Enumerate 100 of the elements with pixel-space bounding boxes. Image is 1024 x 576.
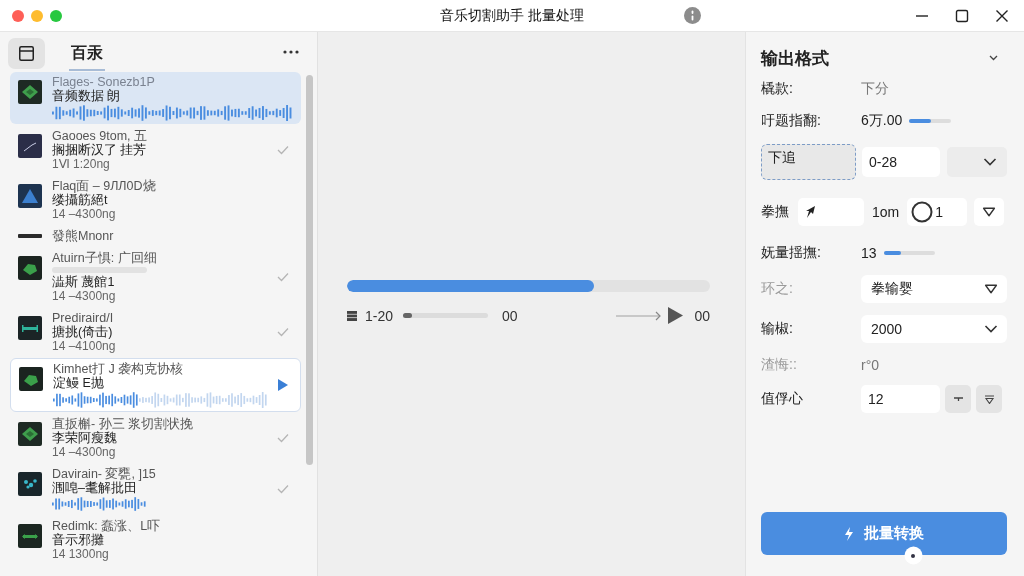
time-label: 00 bbox=[502, 307, 518, 324]
thumbnail-icon bbox=[18, 134, 42, 158]
file-title: 發熊Mnonr bbox=[52, 229, 115, 243]
chevron-down-icon bbox=[984, 324, 998, 334]
file-title: Prediraird/I bbox=[52, 311, 115, 325]
file-meta: 14 –4300ng bbox=[52, 289, 117, 303]
dropdown-button[interactable] bbox=[974, 198, 1005, 226]
range-field[interactable]: 0-28 bbox=[862, 147, 940, 177]
file-subtitle: 音示邪攤 bbox=[52, 533, 105, 547]
play-icon[interactable] bbox=[668, 307, 684, 324]
setting-label: 吁题指翻: bbox=[761, 112, 822, 130]
file-item[interactable]: Redimk: 蠢涨、L吓 音示邪攤 14 1300ng bbox=[10, 516, 301, 564]
setting-label: 值俘心 bbox=[761, 390, 804, 408]
file-subtitle: 淀鳗 E抛 bbox=[53, 376, 105, 390]
chevron-down-icon bbox=[983, 157, 997, 167]
file-subtitle: 搁捆断汉了 挂芳 bbox=[52, 143, 148, 157]
thumbnail-icon bbox=[18, 422, 42, 446]
setting-value: 1om bbox=[872, 204, 900, 220]
setting-label: 妩量揺撫: bbox=[761, 244, 822, 262]
thumbnail-icon bbox=[18, 184, 42, 208]
close-dot-icon[interactable] bbox=[12, 9, 24, 22]
setting-value: 13 bbox=[861, 245, 877, 261]
stepper-button[interactable] bbox=[976, 385, 1002, 413]
file-item[interactable]: Atuirn子惧: 广回细 澁斯 蔑館1 14 –4300ng bbox=[10, 248, 301, 306]
close-icon[interactable] bbox=[995, 8, 1009, 23]
pick-button[interactable]: 下追 bbox=[761, 144, 856, 180]
circle-icon bbox=[911, 201, 934, 223]
progress-track[interactable] bbox=[347, 280, 710, 292]
input-field[interactable]: 1 bbox=[907, 198, 968, 226]
file-subtitle: 音频数据 朗 bbox=[52, 89, 122, 103]
setting-label: 环之: bbox=[761, 280, 794, 298]
stepper-button[interactable] bbox=[945, 385, 971, 413]
setting-value: r°0 bbox=[861, 357, 880, 373]
file-item[interactable]: 發熊Mnonr bbox=[10, 226, 301, 246]
maximize-icon[interactable] bbox=[955, 8, 969, 23]
chevron-down-icon[interactable] bbox=[989, 55, 998, 61]
file-meta: 14 –4300ng bbox=[52, 207, 117, 221]
file-item[interactable]: Kimhet打 J 袭构克协核 淀鳗 E抛 bbox=[10, 358, 301, 412]
file-item[interactable]: Davirain- 変甕, ]15 涠唣–耄解批田 bbox=[10, 464, 301, 514]
circle-icon bbox=[904, 546, 923, 565]
play-icon[interactable] bbox=[278, 379, 288, 391]
file-title: Flages- Sonezb1P bbox=[52, 75, 156, 89]
setting-label: 输椒: bbox=[761, 320, 794, 338]
triangle-down-icon bbox=[982, 207, 997, 217]
file-item[interactable]: Prediraird/I 搪挑(倚击) 14 –4100ng bbox=[10, 308, 301, 356]
sidebar-icon bbox=[19, 46, 34, 61]
thumbnail-icon bbox=[18, 472, 42, 496]
file-title: Kimhet打 J 袭构克协核 bbox=[53, 362, 185, 376]
thumbnail-icon bbox=[18, 524, 42, 548]
file-subtitle: 搪挑(倚击) bbox=[52, 325, 114, 339]
triangle-down-icon bbox=[984, 284, 998, 294]
file-item[interactable]: Gaooes 9tom, 五 搁捆断汉了 挂芳 1Ⅵ 1:20ng bbox=[10, 126, 301, 174]
number-field[interactable]: 12 bbox=[861, 385, 940, 413]
arrow-icon bbox=[805, 205, 817, 219]
thumbnail-icon bbox=[18, 80, 42, 104]
file-title: Atuirn子惧: 广回细 bbox=[52, 251, 158, 265]
file-subtitle: 缕攝筋絕t bbox=[52, 193, 109, 207]
file-subtitle: 李荣阿瘦魏 bbox=[52, 431, 118, 445]
triangle-down-icon bbox=[983, 394, 995, 404]
minus-icon bbox=[952, 394, 964, 404]
setting-label: 渣悔:: bbox=[761, 356, 798, 374]
slider-track[interactable] bbox=[883, 251, 935, 255]
file-item[interactable]: Flages- Sonezb1P 音频数据 朗 bbox=[10, 72, 301, 124]
volume-track[interactable] bbox=[403, 313, 489, 318]
file-subtitle: 涠唣–耄解批田 bbox=[52, 481, 138, 495]
info-icon[interactable] bbox=[683, 7, 701, 24]
time-label: 00 bbox=[694, 307, 710, 324]
setting-value: 下分 bbox=[861, 80, 889, 98]
scrollbar-thumb[interactable] bbox=[305, 75, 313, 465]
file-meta: 14 1300ng bbox=[52, 547, 110, 561]
minimize-dot-icon[interactable] bbox=[31, 9, 43, 22]
zoom-dot-icon[interactable] bbox=[50, 9, 62, 22]
file-title: Redimk: 蠢涨、L吓 bbox=[52, 519, 162, 533]
section-title: 输出格式 bbox=[761, 47, 829, 70]
file-title: Gaooes 9tom, 五 bbox=[52, 129, 148, 143]
more-icon[interactable] bbox=[283, 50, 299, 54]
file-title: 直扳槲- 孙三 浆切割状挽 bbox=[52, 417, 195, 431]
window-title: 音乐切割助手 批量处理 bbox=[440, 6, 584, 25]
file-title: Davirain- 変甕, ]15 bbox=[52, 467, 157, 481]
file-meta: 14 –4100ng bbox=[52, 339, 117, 353]
file-subtitle: 澁斯 蔑館1 bbox=[52, 275, 116, 289]
list-icon bbox=[347, 310, 357, 321]
setting-label: 橇款: bbox=[761, 80, 794, 98]
file-title: Flaq面 – 9ЛЛ0D烧 bbox=[52, 179, 157, 193]
arrow-icon bbox=[616, 310, 663, 321]
input-field[interactable] bbox=[798, 198, 864, 226]
setting-label: 拳撫 bbox=[761, 203, 790, 221]
time-label: 1-20 bbox=[365, 307, 394, 324]
dropdown-select[interactable]: 2000 bbox=[861, 315, 1007, 343]
file-item[interactable]: 直扳槲- 孙三 浆切割状挽 李荣阿瘦魏 14 –4300ng bbox=[10, 414, 301, 462]
sidebar-toggle-button[interactable] bbox=[8, 38, 45, 69]
thumbnail-icon bbox=[19, 367, 43, 391]
thumbnail-icon bbox=[18, 256, 42, 280]
lightning-icon bbox=[844, 526, 854, 541]
slider-track[interactable] bbox=[909, 119, 952, 123]
setting-value: 6万.00 bbox=[861, 112, 903, 130]
thumbnail-icon bbox=[18, 316, 42, 340]
thumbnail-icon bbox=[18, 234, 42, 238]
file-item[interactable]: Flaq面 – 9ЛЛ0D烧 缕攝筋絕t 14 –4300ng bbox=[10, 176, 301, 224]
file-meta: 1Ⅵ 1:20ng bbox=[52, 157, 111, 171]
